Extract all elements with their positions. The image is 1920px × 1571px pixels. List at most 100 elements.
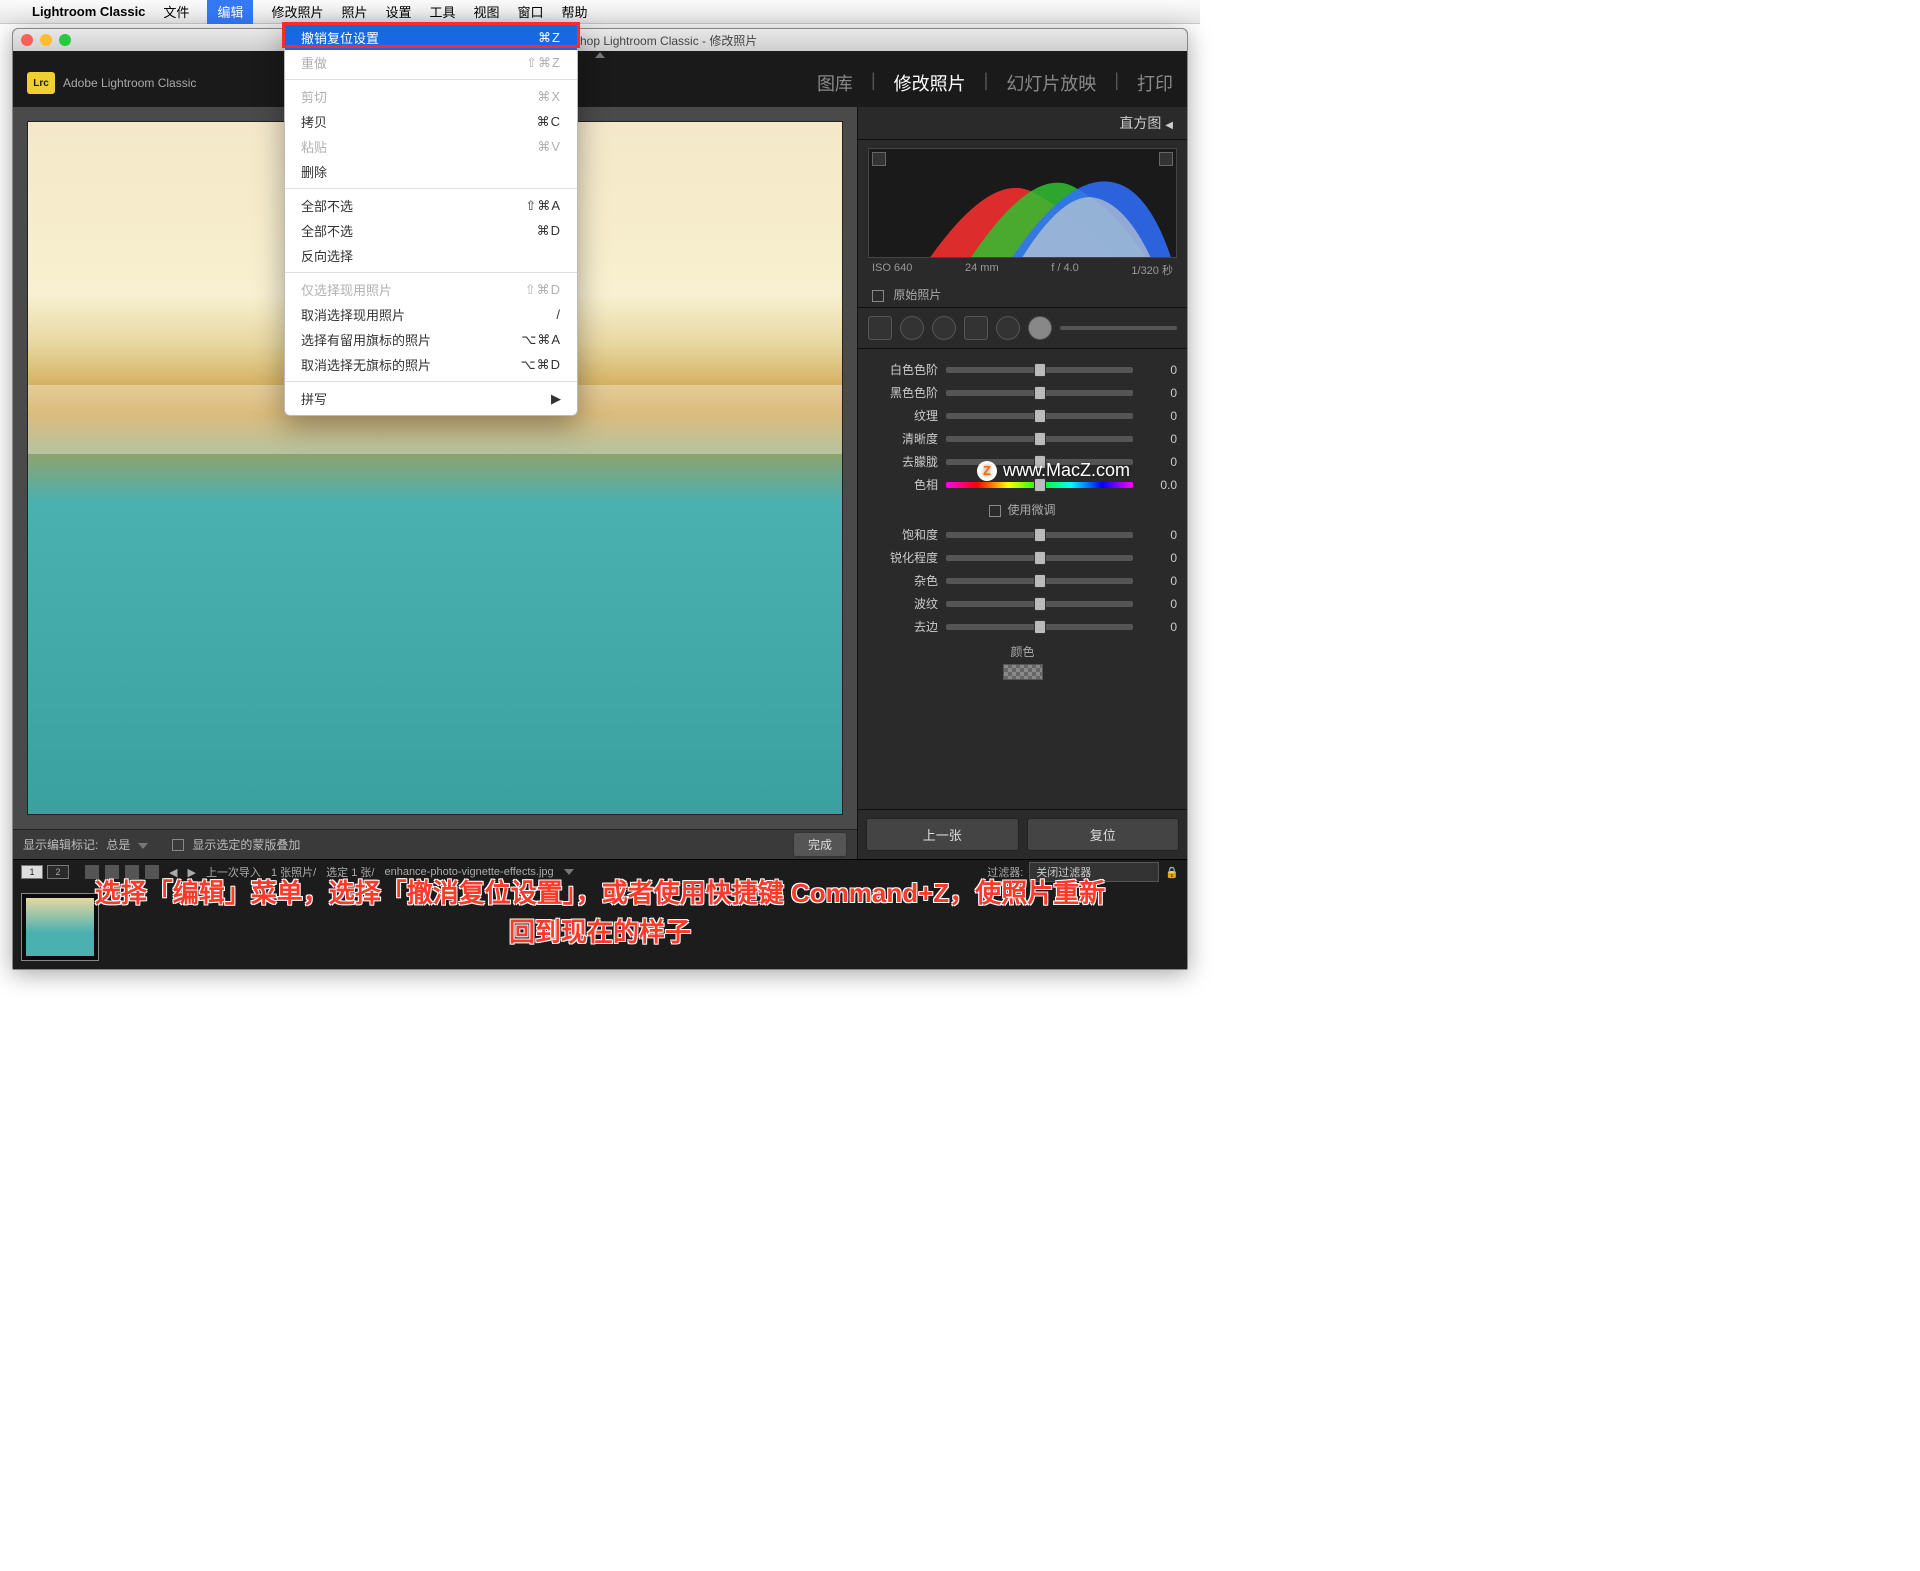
menu-develop[interactable]: 修改照片 — [271, 2, 323, 21]
chevron-down-icon[interactable] — [138, 843, 148, 849]
menu-app-name[interactable]: Lightroom Classic — [32, 4, 145, 19]
slider-thumb[interactable] — [1034, 432, 1046, 446]
slider-track[interactable] — [946, 578, 1133, 584]
menu-tools[interactable]: 工具 — [430, 2, 456, 21]
edit-marks-mode[interactable]: 总是 — [106, 836, 130, 853]
gradient-tool-icon[interactable] — [964, 316, 988, 340]
menu-item-shortcut: ⌘Z — [538, 30, 561, 46]
menu-item[interactable]: 撤销复位设置⌘Z — [285, 25, 577, 50]
slider-row: 波纹0 — [868, 595, 1177, 612]
window-close-button[interactable] — [21, 34, 33, 46]
menu-item[interactable]: 取消选择现用照片/ — [285, 302, 577, 327]
slider-track[interactable] — [946, 601, 1133, 607]
screen-2-button[interactable]: 2 — [47, 865, 69, 879]
tool-mini-slider[interactable] — [1060, 326, 1177, 330]
slider-track[interactable] — [946, 624, 1133, 630]
mask-overlay-checkbox[interactable] — [172, 839, 184, 851]
module-library[interactable]: 图库 — [817, 70, 853, 96]
slider-track[interactable] — [946, 413, 1133, 419]
slider-value[interactable]: 0 — [1141, 620, 1177, 634]
slider-track[interactable] — [946, 482, 1133, 488]
module-slideshow[interactable]: 幻灯片放映 — [1006, 70, 1096, 96]
slider-value[interactable]: 0.0 — [1141, 478, 1177, 492]
fs-breadcrumb[interactable]: 上一次导入 — [206, 864, 261, 880]
compare-view-icon[interactable] — [125, 865, 139, 879]
menu-help[interactable]: 帮助 — [562, 2, 588, 21]
filter-lock-icon[interactable]: 🔒 — [1165, 866, 1179, 879]
slider-value[interactable]: 0 — [1141, 386, 1177, 400]
slider-row: 锐化程度0 — [868, 549, 1177, 566]
slider-thumb[interactable] — [1034, 528, 1046, 542]
grid-view-icon[interactable] — [85, 865, 99, 879]
slider-row: 清晰度0 — [868, 430, 1177, 447]
menu-item[interactable]: 拼写▶ — [285, 386, 577, 411]
module-develop[interactable]: 修改照片 — [894, 70, 966, 96]
finetune-row[interactable]: 使用微调 — [868, 501, 1177, 518]
redeye-tool-icon[interactable] — [932, 316, 956, 340]
radial-tool-icon[interactable] — [996, 316, 1020, 340]
color-section-label: 颜色 — [868, 643, 1177, 660]
slider-thumb[interactable] — [1034, 551, 1046, 565]
slider-value[interactable]: 0 — [1141, 432, 1177, 446]
slider-value[interactable]: 0 — [1141, 409, 1177, 423]
prev-button[interactable]: 上一张 — [866, 818, 1019, 851]
screen-1-button[interactable]: 1 — [21, 865, 43, 879]
highlight-clip-icon[interactable] — [1159, 152, 1173, 166]
shadow-clip-icon[interactable] — [872, 152, 886, 166]
filter-select[interactable]: 关闭过滤器 — [1029, 862, 1159, 882]
window-zoom-button[interactable] — [59, 34, 71, 46]
menu-item[interactable]: 拷贝⌘C — [285, 109, 577, 134]
menu-settings[interactable]: 设置 — [385, 2, 411, 21]
finetune-checkbox[interactable] — [989, 505, 1001, 517]
menu-window[interactable]: 窗口 — [518, 2, 544, 21]
slider-track[interactable] — [946, 367, 1133, 373]
slider-track[interactable] — [946, 436, 1133, 442]
slider-thumb[interactable] — [1034, 386, 1046, 400]
menu-edit[interactable]: 编辑 — [207, 0, 253, 24]
panel-collapse-up-icon[interactable] — [595, 52, 605, 58]
histogram[interactable] — [868, 148, 1177, 258]
slider-value[interactable]: 0 — [1141, 597, 1177, 611]
slider-value[interactable]: 0 — [1141, 455, 1177, 469]
chevron-down-icon[interactable] — [564, 869, 574, 875]
menu-item[interactable]: 删除 — [285, 159, 577, 184]
menu-photo[interactable]: 照片 — [341, 2, 367, 21]
menu-item[interactable]: 取消选择无旗标的照片⌥⌘D — [285, 352, 577, 377]
loupe-view-icon[interactable] — [105, 865, 119, 879]
slider-track[interactable] — [946, 555, 1133, 561]
menu-item[interactable]: 反向选择 — [285, 243, 577, 268]
nav-prev-icon[interactable]: ◀ — [169, 866, 177, 879]
slider-thumb[interactable] — [1034, 363, 1046, 377]
crop-tool-icon[interactable] — [868, 316, 892, 340]
slider-track[interactable] — [946, 532, 1133, 538]
reset-button[interactable]: 复位 — [1027, 818, 1180, 851]
color-swatch[interactable] — [1003, 664, 1043, 680]
module-print[interactable]: 打印 — [1137, 70, 1173, 96]
slider-value[interactable]: 0 — [1141, 363, 1177, 377]
spot-tool-icon[interactable] — [900, 316, 924, 340]
original-checkbox[interactable] — [872, 290, 884, 302]
slider-thumb[interactable] — [1034, 597, 1046, 611]
slider-value[interactable]: 0 — [1141, 551, 1177, 565]
slider-value[interactable]: 0 — [1141, 528, 1177, 542]
done-button[interactable]: 完成 — [793, 832, 847, 857]
slider-thumb[interactable] — [1034, 620, 1046, 634]
slider-value[interactable]: 0 — [1141, 574, 1177, 588]
menu-item[interactable]: 选择有留用旗标的照片⌥⌘A — [285, 327, 577, 352]
slider-thumb[interactable] — [1034, 574, 1046, 588]
nav-next-icon[interactable]: ▶ — [187, 866, 195, 879]
slider-thumb[interactable] — [1034, 409, 1046, 423]
menu-item[interactable]: 全部不选⌘D — [285, 218, 577, 243]
menu-file[interactable]: 文件 — [163, 2, 189, 21]
survey-view-icon[interactable] — [145, 865, 159, 879]
menu-item[interactable]: 全部不选⇧⌘A — [285, 193, 577, 218]
fs-count: 1 张照片/ — [271, 864, 316, 880]
window-minimize-button[interactable] — [40, 34, 52, 46]
filmstrip-thumbnail[interactable] — [21, 893, 99, 961]
brush-tool-icon[interactable] — [1028, 316, 1052, 340]
original-photo-row[interactable]: 原始照片 — [858, 282, 1187, 308]
histogram-title: 直方图 ◀ — [858, 107, 1187, 140]
fs-filename: enhance-photo-vignette-effects.jpg — [384, 866, 553, 878]
slider-track[interactable] — [946, 390, 1133, 396]
menu-view[interactable]: 视图 — [474, 2, 500, 21]
